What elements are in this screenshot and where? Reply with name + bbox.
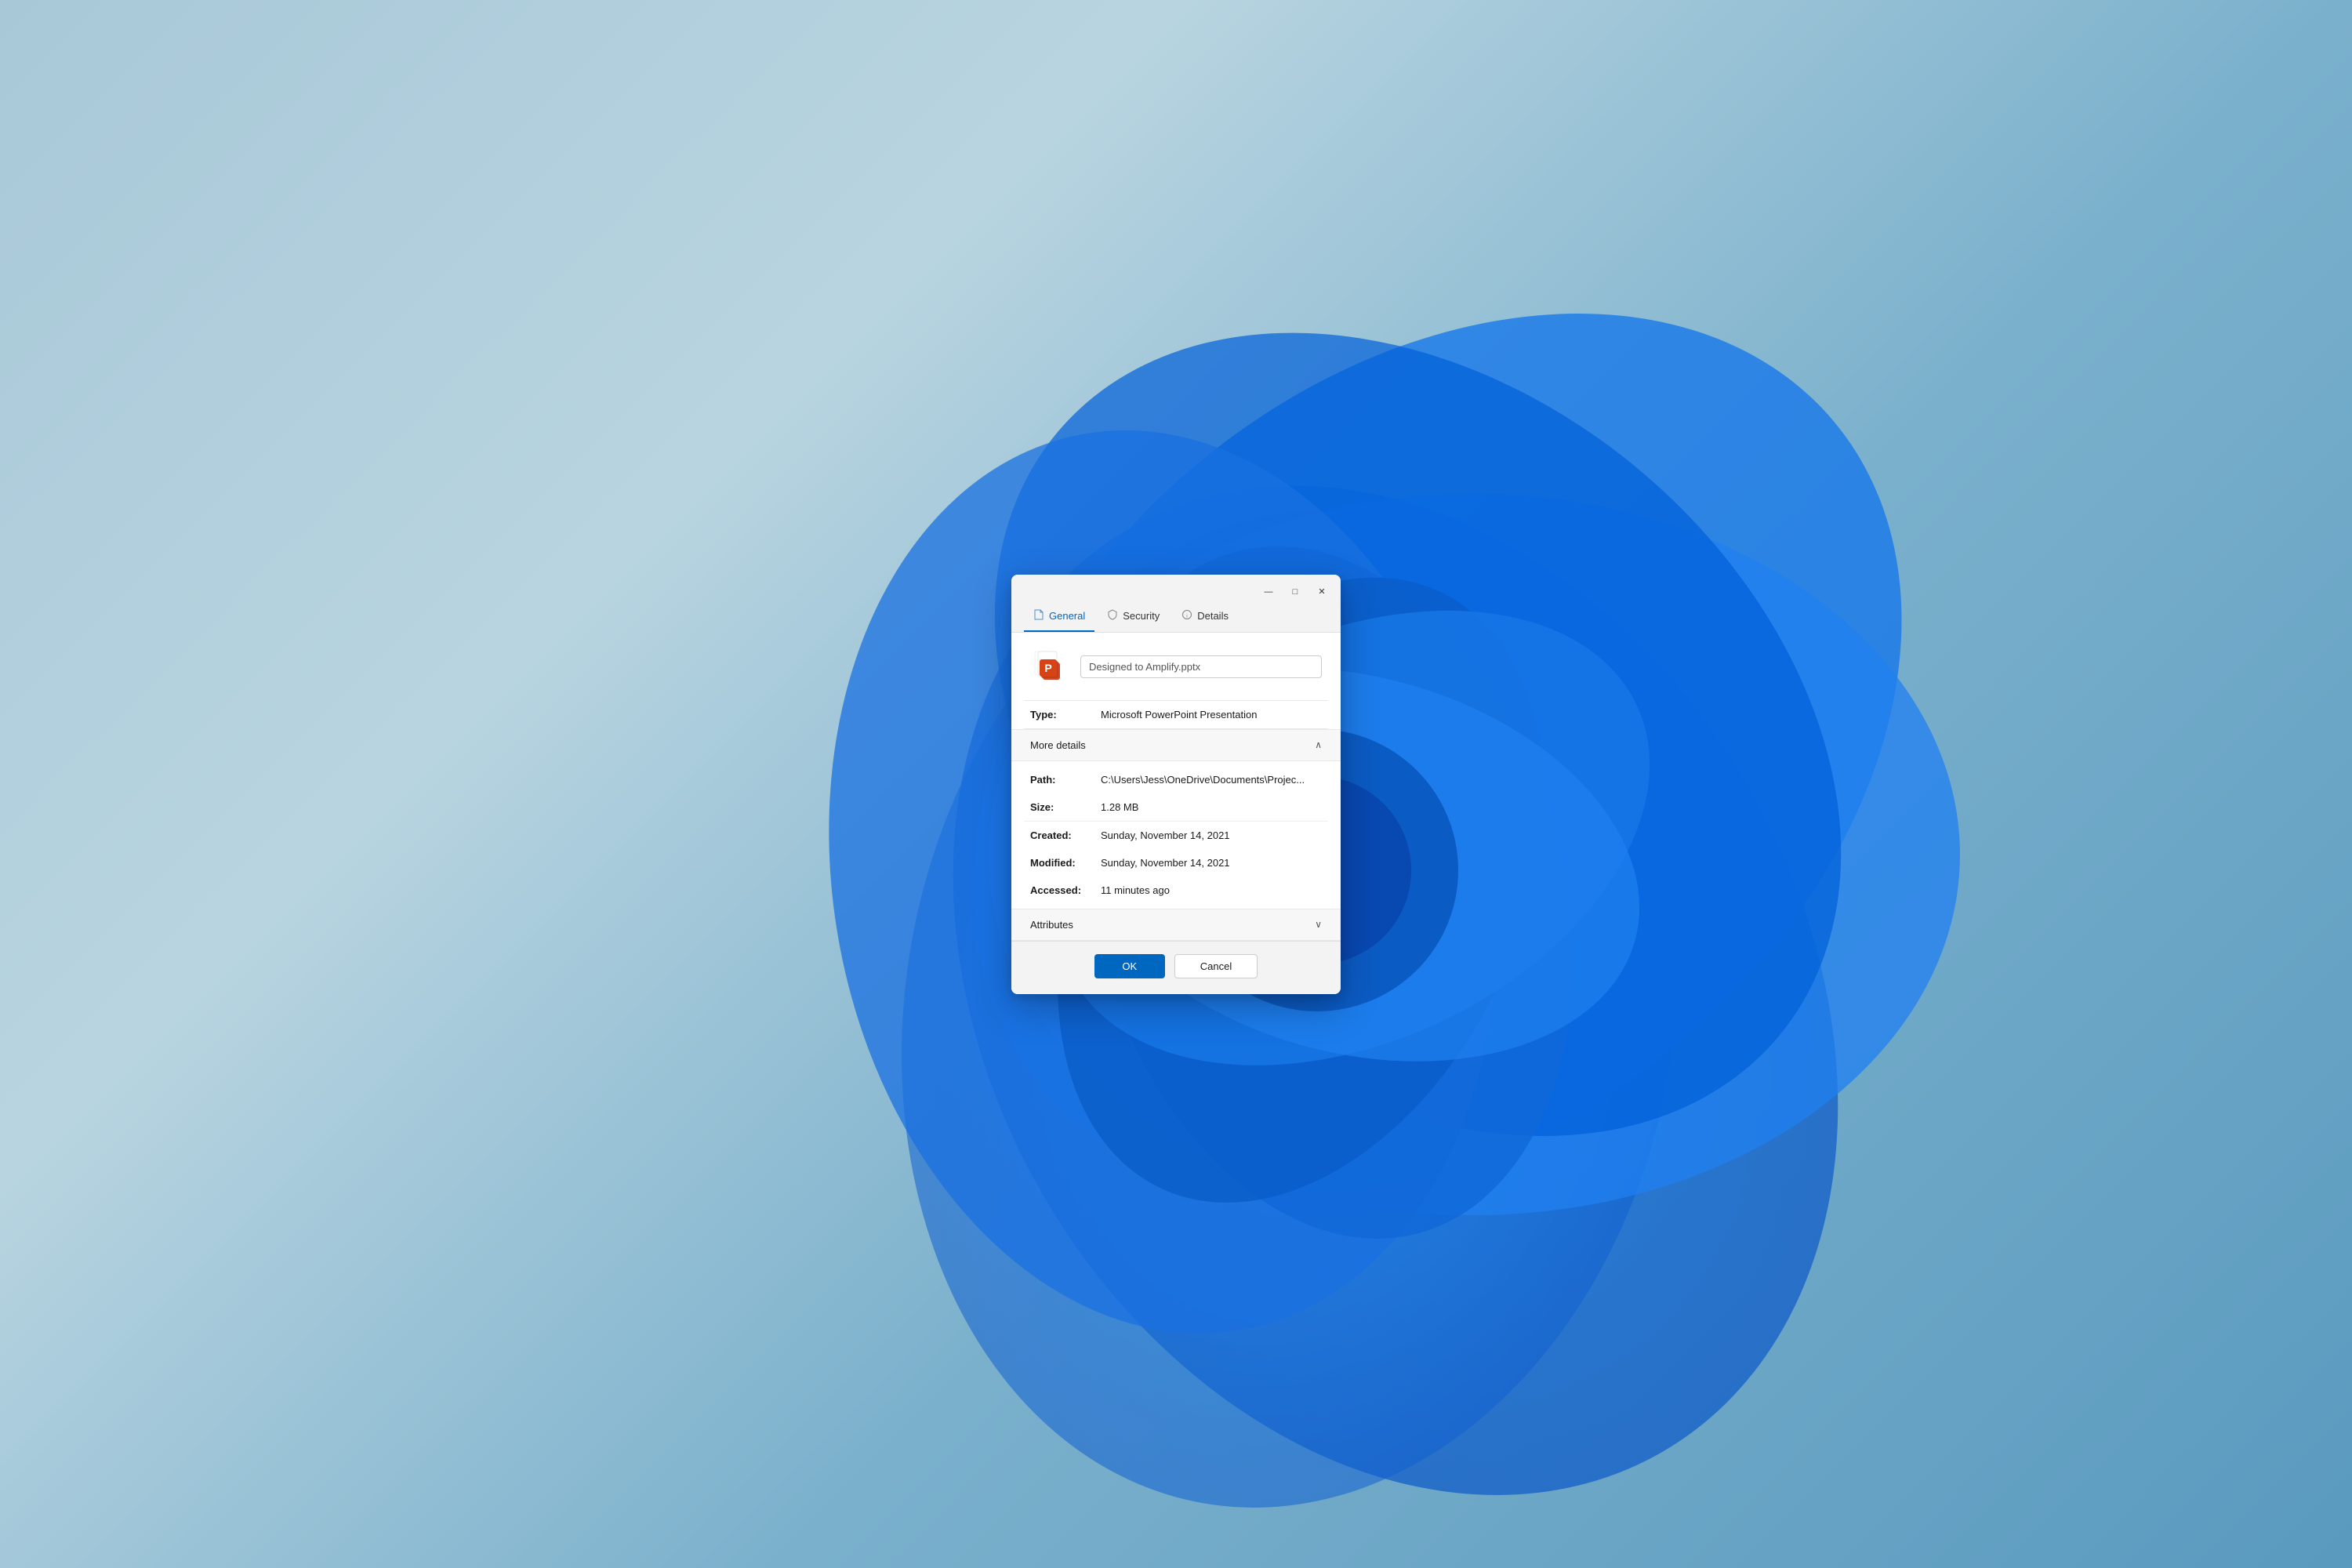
file-header: P xyxy=(1011,633,1341,700)
path-row: Path: C:\Users\Jess\OneDrive\Documents\P… xyxy=(1011,766,1341,793)
path-label: Path: xyxy=(1030,774,1101,786)
filename-input[interactable] xyxy=(1080,655,1322,678)
more-details-header[interactable]: More details ∧ xyxy=(1011,729,1341,761)
type-label: Type: xyxy=(1030,709,1101,720)
tab-details-label: Details xyxy=(1197,610,1229,622)
more-details-label: More details xyxy=(1030,739,1086,751)
tab-general-label: General xyxy=(1049,610,1085,622)
close-button[interactable]: ✕ xyxy=(1309,583,1334,601)
title-bar-controls: — □ ✕ xyxy=(1256,583,1334,601)
cancel-button[interactable]: Cancel xyxy=(1174,954,1258,978)
more-details-chevron: ∧ xyxy=(1315,739,1322,750)
modified-row: Modified: Sunday, November 14, 2021 xyxy=(1011,849,1341,877)
created-value: Sunday, November 14, 2021 xyxy=(1101,829,1322,841)
title-bar: — □ ✕ xyxy=(1011,575,1341,603)
size-row: Size: 1.28 MB xyxy=(1011,793,1341,821)
attributes-header[interactable]: Attributes ∨ xyxy=(1011,909,1341,941)
dialog-footer: OK Cancel xyxy=(1011,941,1341,994)
shield-icon xyxy=(1107,609,1118,622)
minimize-button[interactable]: — xyxy=(1256,583,1281,601)
attributes-chevron: ∨ xyxy=(1315,919,1322,930)
ok-button[interactable]: OK xyxy=(1094,954,1165,978)
svg-text:P: P xyxy=(1044,662,1051,674)
attributes-label: Attributes xyxy=(1030,919,1073,931)
accessed-label: Accessed: xyxy=(1030,884,1101,896)
created-label: Created: xyxy=(1030,829,1101,841)
type-row: Type: Microsoft PowerPoint Presentation xyxy=(1011,701,1341,728)
path-value: C:\Users\Jess\OneDrive\Documents\Projec.… xyxy=(1101,774,1322,786)
svg-text:i: i xyxy=(1186,612,1188,619)
size-label: Size: xyxy=(1030,801,1101,813)
accessed-value: 11 minutes ago xyxy=(1101,884,1322,896)
maximize-button[interactable]: □ xyxy=(1283,583,1308,601)
modified-value: Sunday, November 14, 2021 xyxy=(1101,857,1322,869)
properties-dialog: — □ ✕ General Security xyxy=(1011,575,1341,994)
tab-general[interactable]: General xyxy=(1024,603,1094,632)
info-icon: i xyxy=(1181,609,1192,622)
file-type-icon: P xyxy=(1030,648,1068,686)
details-section: Path: C:\Users\Jess\OneDrive\Documents\P… xyxy=(1011,761,1341,909)
type-value: Microsoft PowerPoint Presentation xyxy=(1101,709,1322,720)
tab-security-label: Security xyxy=(1123,610,1160,622)
dialog-content: P Type: Microsoft PowerPoint Presentatio… xyxy=(1011,633,1341,941)
created-row: Created: Sunday, November 14, 2021 xyxy=(1011,822,1341,849)
tab-bar: General Security i Details xyxy=(1011,603,1341,633)
tab-security[interactable]: Security xyxy=(1098,603,1169,632)
accessed-row: Accessed: 11 minutes ago xyxy=(1011,877,1341,904)
size-value: 1.28 MB xyxy=(1101,801,1322,813)
modified-label: Modified: xyxy=(1030,857,1101,869)
file-icon xyxy=(1033,609,1044,622)
tab-details[interactable]: i Details xyxy=(1172,603,1238,632)
